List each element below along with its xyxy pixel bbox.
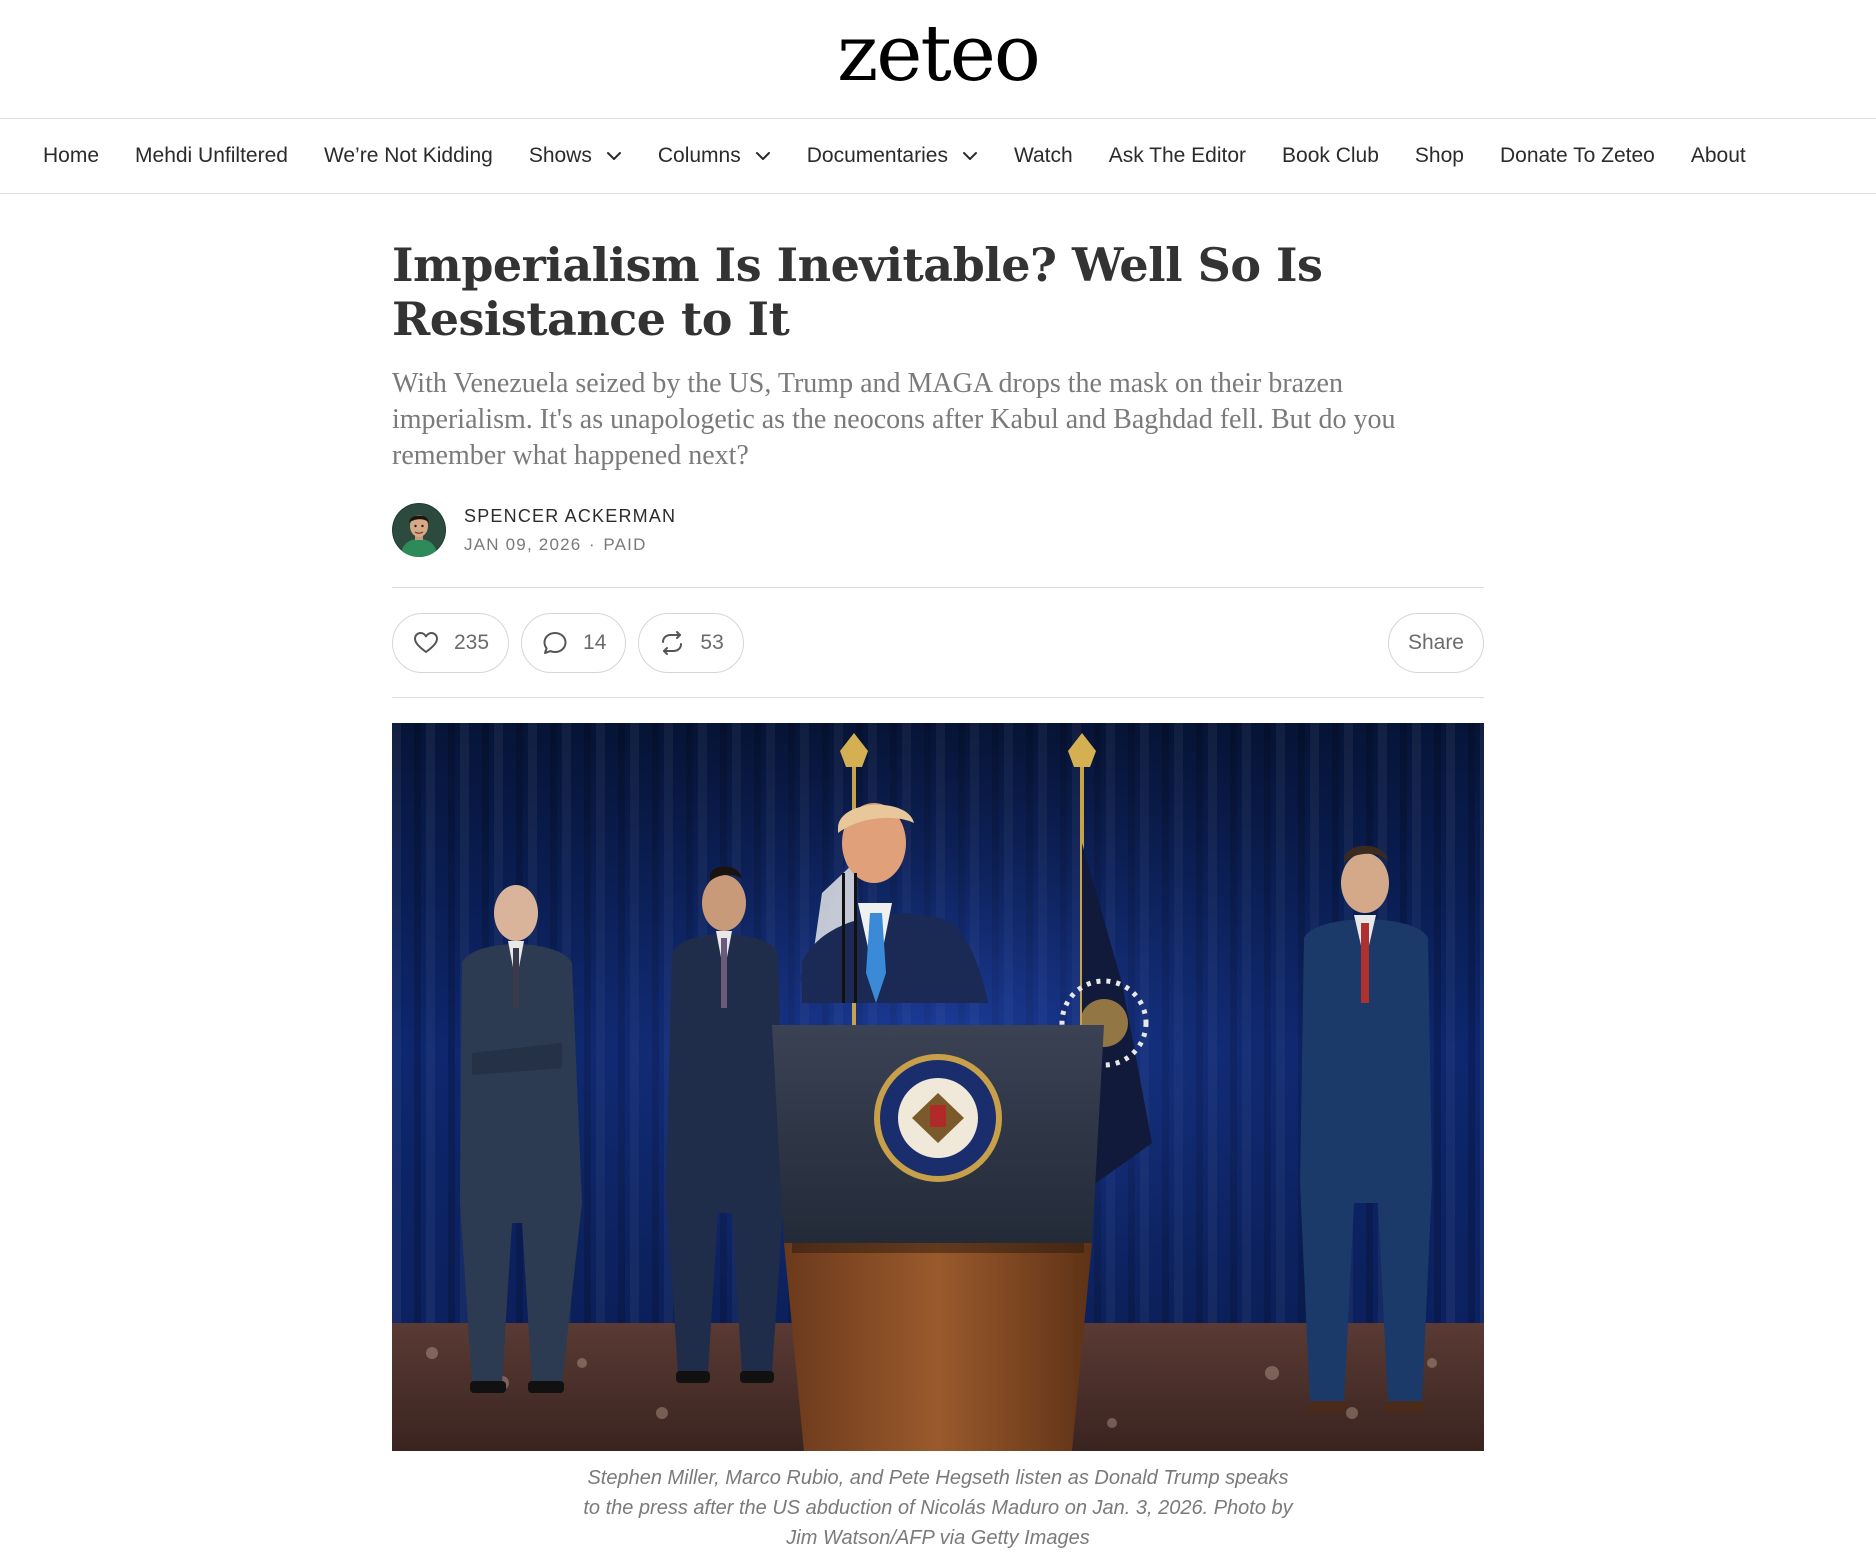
nav-item-documentaries[interactable]: Documentaries — [807, 144, 978, 168]
chevron-down-icon — [755, 152, 770, 160]
podium — [772, 1025, 1104, 1451]
share-label: Share — [1407, 630, 1464, 654]
restack-button[interactable]: 53 — [638, 612, 744, 673]
nav-item-ask-the-editor[interactable]: Ask The Editor — [1109, 144, 1246, 168]
nav-item-were-not-kidding[interactable]: We’re Not Kidding — [324, 144, 493, 168]
divider — [392, 697, 1484, 698]
photo-caption: Stephen Miller, Marco Rubio, and Pete He… — [583, 1467, 1293, 1549]
nav-item-label: Watch — [1013, 144, 1073, 167]
nav-item-columns[interactable]: Columns — [658, 144, 771, 168]
byline: SPENCER ACKERMAN JAN 09, 2026 ∙ PAID — [392, 502, 1484, 558]
masthead: zeteo — [0, 0, 1876, 119]
comment-count: 14 — [583, 630, 607, 654]
nav-item-book-club[interactable]: Book Club — [1282, 144, 1379, 168]
share-button[interactable]: Share — [1387, 612, 1484, 673]
chevron-down-icon — [606, 152, 621, 160]
chevron-down-icon — [962, 152, 977, 160]
article-title: Imperialism Is Inevitable? Well So Is Re… — [392, 238, 1323, 346]
nav-item-about[interactable]: About — [1691, 144, 1746, 168]
author-avatar[interactable] — [392, 503, 446, 557]
meta-separator: ∙ — [589, 535, 596, 554]
nav-item-label: Shop — [1414, 144, 1464, 167]
nav-item-label: Home — [43, 144, 100, 167]
restack-count: 53 — [700, 630, 724, 654]
nav-item-label: About — [1690, 144, 1746, 167]
post-date: JAN 09, 2026 — [464, 535, 582, 554]
main-nav: Home Mehdi Unfiltered We’re Not Kidding … — [0, 119, 1876, 194]
site-logo[interactable]: zeteo — [837, 15, 1041, 93]
nav-item-shop[interactable]: Shop — [1415, 144, 1464, 168]
like-button[interactable]: 235 — [392, 612, 510, 673]
post-meta: JAN 09, 2026 ∙ PAID — [464, 535, 676, 555]
nav-item-label: Book Club — [1282, 144, 1379, 167]
nav-item-label: Ask The Editor — [1108, 144, 1247, 167]
hero-photo[interactable] — [392, 723, 1484, 1451]
nav-item-donate[interactable]: Donate To Zeteo — [1500, 144, 1655, 168]
restack-icon — [662, 630, 683, 655]
nav-item-mehdi-unfiltered[interactable]: Mehdi Unfiltered — [135, 144, 288, 168]
nav-item-shows[interactable]: Shows — [529, 144, 622, 168]
nav-item-label: Columns — [657, 144, 741, 167]
author-name[interactable]: SPENCER ACKERMAN — [464, 505, 676, 527]
nav-item-label: Mehdi Unfiltered — [135, 144, 288, 167]
article: Imperialism Is Inevitable? Well So Is Re… — [392, 194, 1484, 1553]
comment-bubble-icon — [543, 631, 567, 654]
heart-icon — [414, 631, 438, 653]
nav-item-watch[interactable]: Watch — [1014, 144, 1073, 168]
post-actions: 235 14 53 Share — [392, 588, 1484, 697]
nav-item-label: Documentaries — [806, 144, 948, 167]
nav-item-home[interactable]: Home — [43, 144, 99, 168]
access-badge: PAID — [603, 535, 647, 554]
like-count: 235 — [454, 630, 490, 654]
article-subtitle: With Venezuela seized by the US, Trump a… — [392, 368, 1396, 471]
nav-item-label: Donate To Zeteo — [1499, 144, 1655, 167]
nav-item-label: Shows — [528, 144, 592, 167]
comments-button[interactable]: 14 — [521, 612, 627, 673]
nav-item-label: We’re Not Kidding — [323, 144, 493, 167]
